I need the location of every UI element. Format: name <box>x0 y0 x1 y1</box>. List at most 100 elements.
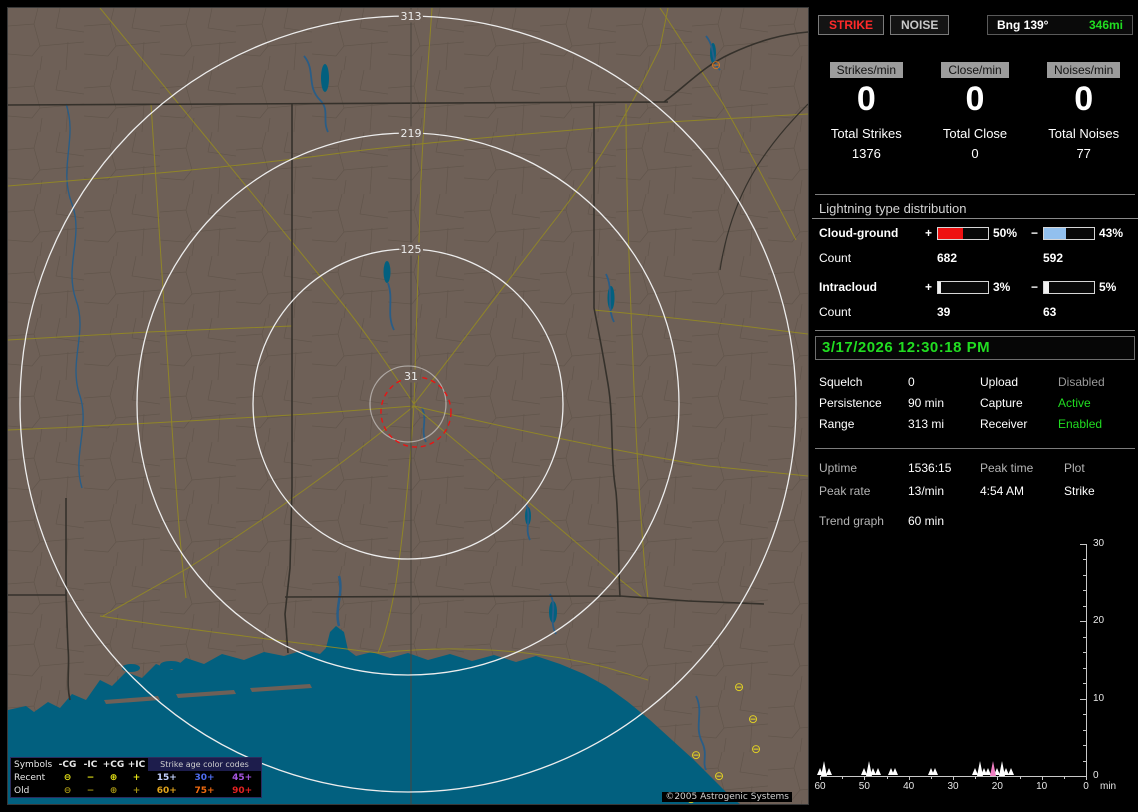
legend-col-pos-cg: +CG <box>102 759 125 770</box>
range-value: 313 mi <box>908 417 945 431</box>
y-minor-tick <box>1083 714 1086 716</box>
x-minor-tick <box>842 776 844 779</box>
range-ring-label: 313 <box>401 10 422 23</box>
trend-spike <box>874 768 881 776</box>
strike-age-code: 15+ <box>156 772 177 783</box>
x-tick-label: 50 <box>858 781 870 792</box>
pos-ic-old-icon: + <box>132 785 141 796</box>
squelch-value: 0 <box>908 375 915 389</box>
intracloud-count-row: Count 39 63 <box>812 305 1138 319</box>
y-minor-tick <box>1083 683 1086 685</box>
legend-symbols-header: Symbols <box>14 759 53 770</box>
rate-counters: Strikes/min 0 Total Strikes 1376 Close/m… <box>812 62 1138 161</box>
strikes-per-min-value: 0 <box>856 80 876 118</box>
stats-row: Uptime 1536:15 Peak time Plot <box>812 461 1138 477</box>
divider <box>815 194 1135 195</box>
uptime-label: Uptime <box>819 461 858 475</box>
x-tick-label: 60 <box>814 781 826 792</box>
plot-label: Plot <box>1064 461 1085 475</box>
noises-per-min-chip: Noises/min <box>1047 62 1121 78</box>
nexstorm-window: 313 219 125 31 ⊖⊖⊖⊖⊖⊖⊖ Symbols -CG -IC +… <box>0 0 1138 812</box>
legend-col-neg-cg: -CG <box>58 759 77 770</box>
uptime-value: 1536:15 <box>908 461 952 475</box>
cg-positive-count: 682 <box>937 251 958 265</box>
peak-rate-label: Peak rate <box>819 484 871 498</box>
y-minor-tick <box>1083 636 1086 638</box>
stats-row: Peak rate 13/min 4:54 AM Strike <box>812 484 1138 500</box>
x-tick <box>953 776 954 780</box>
total-noises-value: 77 <box>1076 146 1091 161</box>
strikes-per-min-chip: Strikes/min <box>829 62 903 78</box>
ic-negative-bar <box>1043 281 1095 294</box>
trend-spike <box>989 760 996 776</box>
persistence-label: Persistence <box>819 396 882 410</box>
divider <box>815 448 1135 449</box>
trend-graph: 30 20 10 0 60 50 40 30 20 10 0 min <box>814 536 1138 812</box>
strike-age-code: 75+ <box>194 785 215 796</box>
legend-old-ages: 60+ 75+ 90+ <box>148 786 261 796</box>
cg-negative-count: 592 <box>1043 251 1064 265</box>
squelch-label: Squelch <box>819 375 863 389</box>
cloud-ground-label: Cloud-ground <box>819 226 899 240</box>
close-per-min-chip: Close/min <box>941 62 1009 78</box>
y-minor-tick <box>1083 605 1086 607</box>
strike-age-code: 90+ <box>232 785 253 796</box>
strike-toggle-button[interactable]: STRIKE <box>818 15 885 35</box>
y-minor-tick <box>1083 667 1086 669</box>
upload-label: Upload <box>980 375 1019 389</box>
mode-toolbar: STRIKE NOISE Bng 139° 346mi <box>818 15 1133 35</box>
legend-old-label: Old <box>14 785 30 796</box>
ic-positive-bar <box>937 281 989 294</box>
copyright-attribution: ©2005 Astrogenic Systems <box>662 792 792 802</box>
cg-negative-pct: 43% <box>1099 226 1124 240</box>
neg-cg-recent-icon: ⊖ <box>63 772 72 783</box>
range-ring-label: 219 <box>401 127 422 140</box>
y-axis-line <box>1086 544 1087 777</box>
legend-header-row: Symbols -CG -IC +CG +IC Strike age color… <box>11 758 261 771</box>
pos-cg-old-icon: ⊕ <box>109 785 118 796</box>
y-tick-label: 10 <box>1093 692 1105 704</box>
y-tick <box>1080 621 1086 623</box>
receiver-label: Receiver <box>980 417 1028 431</box>
trend-spike <box>825 768 832 776</box>
y-minor-tick <box>1083 652 1086 654</box>
y-minor-tick <box>1083 574 1086 576</box>
noises-counter: Noises/min 0 Total Noises 77 <box>1029 62 1138 161</box>
ic-negative-pct: 5% <box>1099 280 1117 294</box>
status-row: Range 313 mi Receiver Enabled <box>812 417 1138 433</box>
status-row: Squelch 0 Upload Disabled <box>812 375 1138 391</box>
x-minor-tick <box>930 776 932 779</box>
x-tick-label: 0 <box>1083 781 1089 792</box>
cloud-ground-count-row: Count 682 592 <box>812 251 1138 265</box>
close-counter: Close/min 0 Total Close 0 <box>921 62 1030 161</box>
intracloud-label: Intracloud <box>819 280 878 294</box>
x-minor-tick <box>886 776 888 779</box>
noises-per-min-value: 0 <box>1074 80 1094 118</box>
peak-time-label: Peak time <box>980 461 1034 475</box>
y-minor-tick <box>1083 760 1086 762</box>
intracloud-row: Intracloud + 3% − 5% <box>812 280 1138 294</box>
x-tick <box>864 776 866 780</box>
y-tick-label: 20 <box>1093 615 1105 627</box>
x-tick <box>820 776 821 780</box>
noise-toggle-button[interactable]: NOISE <box>890 15 950 35</box>
x-tick <box>1086 776 1087 780</box>
ic-positive-pct: 3% <box>993 280 1011 294</box>
y-minor-tick <box>1083 745 1086 747</box>
x-tick <box>908 776 910 780</box>
capture-status: Active <box>1058 396 1091 410</box>
legend-recent-ages: 15+ 30+ 45+ <box>148 773 261 783</box>
pos-ic-recent-icon: + <box>132 772 141 783</box>
neg-ic-old-icon: − <box>86 785 95 796</box>
capture-label: Capture <box>980 396 1023 410</box>
minus-sign: − <box>1031 280 1039 294</box>
bearing-distance: 346mi <box>1088 18 1123 32</box>
neg-cg-old-icon: ⊖ <box>63 785 72 796</box>
x-tick <box>1041 776 1043 780</box>
plus-sign: + <box>925 280 933 294</box>
range-ring-label: 125 <box>401 243 422 256</box>
x-minor-tick <box>1019 776 1021 779</box>
y-tick <box>1080 544 1086 545</box>
lightning-map[interactable]: 313 219 125 31 ⊖⊖⊖⊖⊖⊖⊖ Symbols -CG -IC +… <box>7 7 809 805</box>
map-canvas: 313 219 125 31 <box>8 8 808 804</box>
